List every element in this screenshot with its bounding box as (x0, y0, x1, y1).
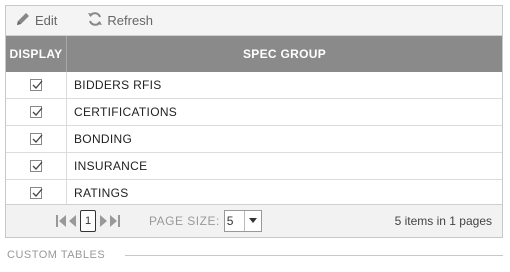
refresh-icon (87, 11, 107, 30)
table-row[interactable]: RATINGS (6, 180, 502, 206)
spec-group-name: INSURANCE (74, 159, 148, 173)
display-checkbox[interactable] (30, 79, 43, 91)
pager: 1 PAGE SIZE: 5 5 items in 1 pages (6, 204, 502, 237)
display-checkbox[interactable] (30, 160, 43, 172)
refresh-button[interactable]: Refresh (87, 11, 153, 30)
column-header-spec-group[interactable]: SPEC GROUP (67, 36, 502, 72)
display-checkbox[interactable] (30, 133, 43, 145)
current-page[interactable]: 1 (80, 210, 96, 232)
grid-body: BIDDERS RFIS CERTIFICATIONS BONDING INSU… (6, 72, 502, 206)
grid-header: DISPLAY SPEC GROUP (6, 36, 502, 72)
prev-page-icon[interactable] (67, 214, 77, 228)
custom-tables-section: CUSTOM TABLES (7, 249, 503, 261)
pencil-icon (15, 11, 35, 30)
spec-group-grid: Edit Refresh DISPLAY SPEC GROUP BIDDERS … (5, 5, 503, 238)
spec-group-name: CERTIFICATIONS (74, 105, 178, 119)
page-size-select[interactable]: 5 (223, 210, 262, 232)
table-row[interactable]: BIDDERS RFIS (6, 72, 502, 99)
last-page-icon[interactable] (109, 214, 121, 228)
section-title: CUSTOM TABLES (7, 249, 106, 261)
edit-label: Edit (35, 13, 58, 28)
spec-group-name: RATINGS (74, 186, 129, 200)
table-row[interactable]: INSURANCE (6, 153, 502, 180)
table-row[interactable]: CERTIFICATIONS (6, 99, 502, 126)
chevron-down-icon[interactable] (243, 211, 261, 231)
next-page-icon[interactable] (99, 214, 109, 228)
grid-toolbar: Edit Refresh (6, 6, 502, 36)
display-checkbox[interactable] (30, 106, 43, 118)
page-size-label: PAGE SIZE: (149, 214, 220, 228)
page-size-value: 5 (226, 214, 234, 228)
edit-button[interactable]: Edit (15, 11, 57, 30)
column-header-display[interactable]: DISPLAY (6, 36, 67, 72)
section-divider (125, 254, 503, 256)
pager-info: 5 items in 1 pages (394, 214, 492, 228)
spec-group-name: BIDDERS RFIS (74, 78, 162, 92)
refresh-label: Refresh (107, 13, 153, 28)
spec-group-name: BONDING (74, 132, 133, 146)
first-page-icon[interactable] (55, 214, 67, 228)
table-row[interactable]: BONDING (6, 126, 502, 153)
display-checkbox[interactable] (30, 187, 43, 199)
